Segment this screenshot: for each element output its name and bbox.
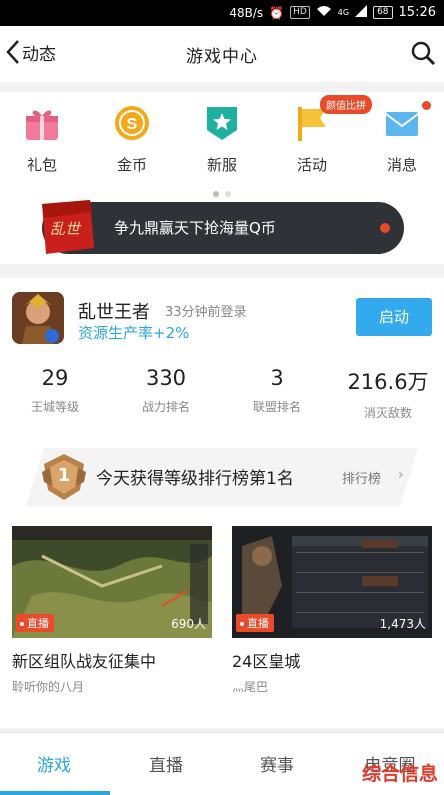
- active-tab-indicator: [0, 791, 110, 795]
- ranking-text: 今天获得等级排行榜第1名: [96, 469, 294, 489]
- stream-thumbnail: 直播 1,473人: [232, 526, 432, 638]
- quick-item-gift[interactable]: 礼包: [12, 104, 72, 175]
- game-icon[interactable]: [12, 292, 64, 344]
- quick-menu: 礼包 S 金币 新服 活动 颜值比拼 消息 乱世 争九鼎赢天下抢海量Q币: [0, 92, 444, 264]
- bottom-tab-bar: 游戏 直播 赛事 电竞圈 综合信息: [0, 732, 444, 795]
- quick-item-label: 新服: [206, 156, 237, 174]
- viewer-count: 690人: [171, 617, 206, 631]
- page-dot: [213, 191, 219, 197]
- stat-value: 216.6万: [347, 370, 429, 394]
- chevron-right-icon: ›: [398, 467, 404, 483]
- live-stream-card[interactable]: 直播 690人 新区组队战友征集中 聆听你的八月: [12, 526, 212, 695]
- page-title: 游戏中心: [186, 47, 258, 67]
- production-rate: 资源生产率+2%: [78, 324, 190, 342]
- stat-value: 330: [145, 366, 187, 390]
- search-button[interactable]: [410, 40, 436, 66]
- promo-dot: [380, 223, 390, 233]
- game-logo-icon: 乱世: [36, 198, 100, 256]
- rank-medal-number: 1: [57, 465, 71, 486]
- new-server-icon: [203, 104, 241, 142]
- stat-label: 消灭敌数: [363, 406, 412, 420]
- status-bar: 48B/s ⏰ HD 4G 68 15:26: [0, 0, 444, 26]
- network-speed: 48B/s: [229, 5, 264, 20]
- quick-item-new-server[interactable]: 新服: [192, 104, 252, 175]
- viewer-count: 1,473人: [379, 617, 426, 631]
- game-logo-text: 乱世: [50, 220, 81, 238]
- network-type: 4G: [337, 8, 350, 17]
- promo-banner[interactable]: 乱世 争九鼎赢天下抢海量Q币: [42, 200, 404, 254]
- stream-title: 新区组队战友征集中: [12, 652, 157, 671]
- clock: 15:26: [398, 5, 436, 20]
- hd-badge: HD: [290, 6, 310, 19]
- live-badge: 直播: [236, 614, 274, 632]
- game-card: 乱世王者 33分钟前登录 资源生产率+2% 启动 29 王城等级 330 战力排…: [0, 278, 444, 728]
- watermark: 综合信息: [361, 763, 438, 785]
- activity-badge: 颜值比拼: [320, 95, 372, 114]
- stat-item: 216.6万 消灭敌数: [333, 366, 443, 421]
- quick-item-message[interactable]: 消息: [372, 104, 432, 175]
- launch-button[interactable]: 启动: [356, 298, 432, 336]
- stat-label: 战力排名: [141, 400, 190, 414]
- stat-value: 3: [270, 366, 284, 390]
- ranking-banner[interactable]: 1 今天获得等级排行榜第1名 排行榜 ›: [12, 448, 432, 506]
- live-badge: 直播: [16, 614, 54, 632]
- stat-item: 3 联盟排名: [222, 366, 332, 415]
- quick-item-coin[interactable]: S 金币: [102, 104, 162, 175]
- quick-item-label: 活动: [296, 156, 327, 174]
- live-stream-card[interactable]: 直播 1,473人 24区皇城 灬尾巴: [232, 526, 432, 695]
- stream-author: 灬尾巴: [232, 680, 269, 694]
- quick-item-label: 金币: [116, 156, 147, 174]
- battery-indicator: 68: [373, 6, 393, 19]
- page-dot: [225, 191, 231, 197]
- game-name: 乱世王者: [78, 302, 150, 323]
- stream-thumbnail: 直播 690人: [12, 526, 212, 638]
- quick-item-label: 礼包: [26, 156, 57, 174]
- wifi-icon: [316, 5, 332, 20]
- last-login: 33分钟前登录: [165, 305, 247, 320]
- stat-label: 王城等级: [30, 400, 79, 414]
- ranking-link[interactable]: 排行榜: [342, 468, 381, 487]
- search-icon: [411, 41, 436, 66]
- nav-bar: 动态 游戏中心: [0, 26, 444, 82]
- rank-medal-icon: 1: [40, 452, 88, 502]
- quick-item-activity[interactable]: 活动: [282, 104, 342, 175]
- stream-author: 聆听你的八月: [12, 680, 85, 694]
- tab-live[interactable]: 直播: [116, 751, 216, 776]
- tab-events[interactable]: 赛事: [227, 751, 327, 776]
- notification-dot: [422, 101, 431, 110]
- tab-games[interactable]: 游戏: [4, 751, 104, 776]
- stat-item: 330 战力排名: [111, 366, 221, 415]
- quick-item-label: 消息: [386, 156, 417, 174]
- stream-title: 24区皇城: [232, 652, 301, 671]
- envelope-icon: [383, 104, 421, 142]
- coin-icon: S: [113, 104, 151, 142]
- stat-label: 联盟排名: [252, 400, 301, 414]
- gift-icon: [23, 104, 61, 142]
- svg-text:S: S: [127, 116, 138, 133]
- alarm-icon: ⏰: [269, 5, 285, 20]
- stat-item: 29 王城等级: [0, 366, 110, 415]
- signal-icon: [355, 5, 368, 20]
- stat-value: 29: [41, 366, 69, 390]
- promo-text: 争九鼎赢天下抢海量Q币: [114, 219, 276, 237]
